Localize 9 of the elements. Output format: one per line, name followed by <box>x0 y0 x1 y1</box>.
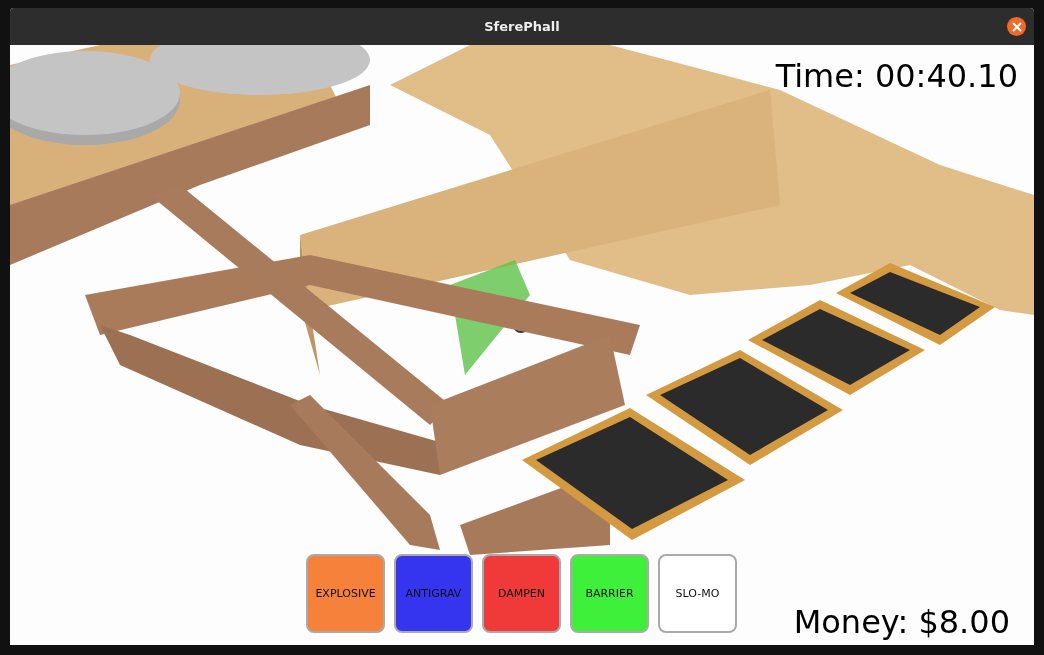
powerup-button[interactable]: BARRIER <box>570 554 649 633</box>
money-text: Money: $8.00 <box>793 603 1010 641</box>
powerup-button[interactable]: DAMPEN <box>482 554 561 633</box>
close-icon <box>1010 20 1023 33</box>
window-title: SferePhall <box>484 19 560 34</box>
powerup-button[interactable]: EXPLOSIVE <box>306 554 385 633</box>
timer-text: Time: 00:40.10 <box>775 57 1018 95</box>
close-button[interactable] <box>1007 17 1026 36</box>
powerup-button[interactable]: SLO-MO <box>658 554 737 633</box>
